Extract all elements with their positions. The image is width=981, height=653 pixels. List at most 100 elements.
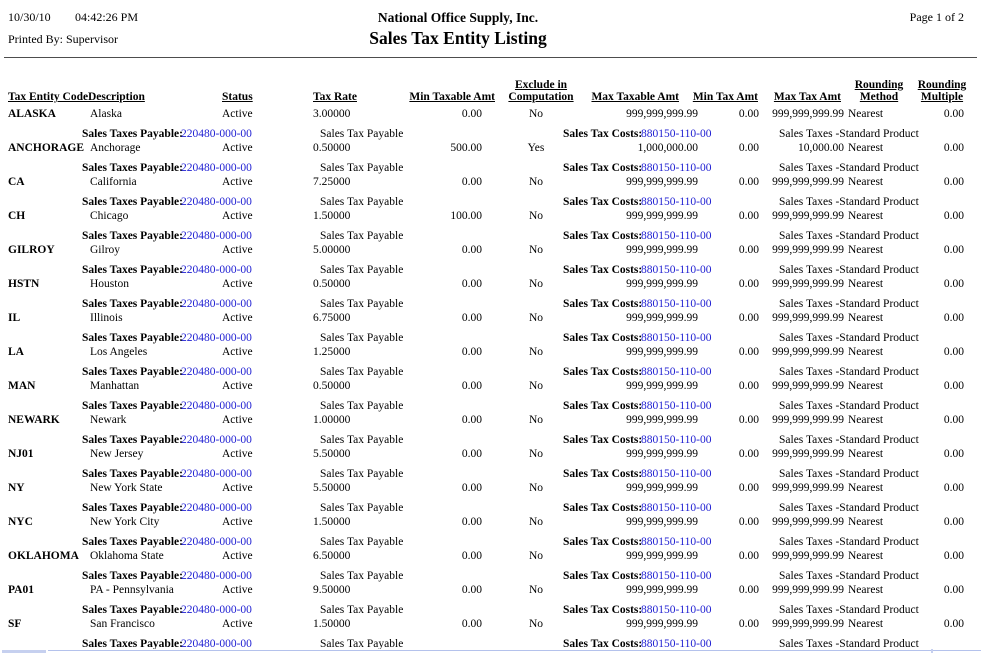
sales-taxes-payable-account-desc: Sales Tax Payable xyxy=(320,569,403,583)
sales-taxes-payable-account-link[interactable]: 220480-000-00 xyxy=(181,433,252,447)
entity-min-taxable-amt: 0.00 xyxy=(462,175,482,189)
sales-tax-costs-account-link[interactable]: 880150-110-00 xyxy=(641,263,711,277)
gl-accounts-row: Sales Taxes Payable: 220480-000-00 Sales… xyxy=(0,195,981,209)
sales-taxes-payable-account-desc: Sales Tax Payable xyxy=(320,297,403,311)
sales-taxes-payable-label: Sales Taxes Payable: xyxy=(82,399,183,413)
entity-tax-rate: 3.00000 xyxy=(313,107,350,121)
entity-max-taxable-amt: 999,999,999.99 xyxy=(626,277,698,291)
sales-tax-costs-account-desc: Sales Taxes -Standard Product xyxy=(779,365,919,379)
sales-taxes-payable-label: Sales Taxes Payable: xyxy=(82,433,183,447)
sales-taxes-payable-account-link[interactable]: 220480-000-00 xyxy=(181,569,252,583)
entity-block: CH Chicago Active 1.50000 100.00 No 999,… xyxy=(0,209,981,243)
sales-taxes-payable-label: Sales Taxes Payable: xyxy=(82,127,183,141)
entity-max-taxable-amt: 999,999,999.99 xyxy=(626,617,698,631)
entity-description: Anchorage xyxy=(90,141,140,155)
sales-tax-costs-account-desc: Sales Taxes -Standard Product xyxy=(779,263,919,277)
entity-min-tax-amt: 0.00 xyxy=(739,515,759,529)
col-header-rounding-method-line1: Rounding xyxy=(850,79,908,91)
sales-taxes-payable-account-link[interactable]: 220480-000-00 xyxy=(181,297,252,311)
bottom-scrollbar-strip[interactable] xyxy=(0,649,981,653)
sales-tax-costs-account-link[interactable]: 880150-110-00 xyxy=(641,399,711,413)
sales-tax-costs-label: Sales Tax Costs: xyxy=(563,297,642,311)
sales-tax-costs-label: Sales Tax Costs: xyxy=(563,331,642,345)
sales-tax-costs-account-link[interactable]: 880150-110-00 xyxy=(641,535,711,549)
entity-rows: ALASKA Alaska Active 3.00000 0.00 No 999… xyxy=(0,107,981,651)
entity-description: San Francisco xyxy=(90,617,155,631)
entity-max-taxable-amt: 999,999,999.99 xyxy=(626,379,698,393)
entity-min-tax-amt: 0.00 xyxy=(739,243,759,257)
sales-tax-costs-account-desc: Sales Taxes -Standard Product xyxy=(779,297,919,311)
sales-taxes-payable-label: Sales Taxes Payable: xyxy=(82,569,183,583)
entity-rounding-multiple: 0.00 xyxy=(944,209,964,223)
entity-tax-rate: 1.50000 xyxy=(313,617,350,631)
sales-taxes-payable-account-desc: Sales Tax Payable xyxy=(320,331,403,345)
sales-tax-costs-account-link[interactable]: 880150-110-00 xyxy=(641,365,711,379)
sales-taxes-payable-account-link[interactable]: 220480-000-00 xyxy=(181,501,252,515)
sales-tax-costs-account-link[interactable]: 880150-110-00 xyxy=(641,195,711,209)
tax-entity-detail-row: CA California Active 7.25000 0.00 No 999… xyxy=(0,175,981,189)
sales-tax-costs-account-link[interactable]: 880150-110-00 xyxy=(641,297,711,311)
sales-taxes-payable-label: Sales Taxes Payable: xyxy=(82,501,183,515)
sales-taxes-payable-account-link[interactable]: 220480-000-00 xyxy=(181,365,252,379)
sales-tax-costs-account-desc: Sales Taxes -Standard Product xyxy=(779,467,919,481)
entity-block: GILROY Gilroy Active 5.00000 0.00 No 999… xyxy=(0,243,981,277)
sales-taxes-payable-account-link[interactable]: 220480-000-00 xyxy=(181,331,252,345)
sales-taxes-payable-account-link[interactable]: 220480-000-00 xyxy=(181,467,252,481)
sales-taxes-payable-account-desc: Sales Tax Payable xyxy=(320,127,403,141)
sales-taxes-payable-account-link[interactable]: 220480-000-00 xyxy=(181,603,252,617)
entity-tax-rate: 0.50000 xyxy=(313,141,350,155)
sales-tax-costs-account-link[interactable]: 880150-110-00 xyxy=(641,331,711,345)
entity-tax-rate: 0.50000 xyxy=(313,277,350,291)
sales-taxes-payable-account-link[interactable]: 220480-000-00 xyxy=(181,263,252,277)
entity-block: HSTN Houston Active 0.50000 0.00 No 999,… xyxy=(0,277,981,311)
entity-min-tax-amt: 0.00 xyxy=(739,413,759,427)
sales-tax-costs-account-link[interactable]: 880150-110-00 xyxy=(641,501,711,515)
entity-description: California xyxy=(90,175,137,189)
sales-taxes-payable-account-link[interactable]: 220480-000-00 xyxy=(181,195,252,209)
entity-description: New York City xyxy=(90,515,159,529)
entity-tax-rate: 1.50000 xyxy=(313,209,350,223)
entity-max-tax-amt: 999,999,999.99 xyxy=(772,311,844,325)
entity-exclude-in-computation: No xyxy=(503,617,569,631)
sales-tax-costs-account-link[interactable]: 880150-110-00 xyxy=(641,467,711,481)
col-header-tax-rate: Tax Rate xyxy=(313,91,357,103)
sales-tax-costs-label: Sales Tax Costs: xyxy=(563,365,642,379)
sales-tax-costs-account-link[interactable]: 880150-110-00 xyxy=(641,603,711,617)
entity-max-tax-amt: 999,999,999.99 xyxy=(772,209,844,223)
entity-rounding-method: Nearest xyxy=(848,447,883,461)
entity-max-taxable-amt: 999,999,999.99 xyxy=(626,447,698,461)
sales-tax-costs-account-link[interactable]: 880150-110-00 xyxy=(641,229,711,243)
entity-min-taxable-amt: 0.00 xyxy=(462,379,482,393)
entity-rounding-multiple: 0.00 xyxy=(944,175,964,189)
entity-min-taxable-amt: 0.00 xyxy=(462,447,482,461)
sales-tax-costs-account-link[interactable]: 880150-110-00 xyxy=(641,433,711,447)
entity-description: PA - Pennsylvania xyxy=(90,583,174,597)
entity-min-taxable-amt: 0.00 xyxy=(462,277,482,291)
sales-taxes-payable-account-link[interactable]: 220480-000-00 xyxy=(181,127,252,141)
sales-taxes-payable-label: Sales Taxes Payable: xyxy=(82,467,183,481)
entity-rounding-multiple: 0.00 xyxy=(944,413,964,427)
entity-min-taxable-amt: 0.00 xyxy=(462,311,482,325)
sales-tax-costs-account-link[interactable]: 880150-110-00 xyxy=(641,127,711,141)
sales-taxes-payable-account-link[interactable]: 220480-000-00 xyxy=(181,161,252,175)
entity-max-taxable-amt: 999,999,999.99 xyxy=(626,413,698,427)
gl-accounts-row: Sales Taxes Payable: 220480-000-00 Sales… xyxy=(0,569,981,583)
entity-code: CA xyxy=(8,175,25,189)
entity-rounding-method: Nearest xyxy=(848,243,883,257)
company-name: National Office Supply, Inc. xyxy=(0,11,916,25)
entity-status: Active xyxy=(222,617,253,631)
entity-description: Oklahoma State xyxy=(90,549,164,563)
entity-description: New Jersey xyxy=(90,447,143,461)
entity-rounding-method: Nearest xyxy=(848,107,883,121)
sales-tax-costs-account-link[interactable]: 880150-110-00 xyxy=(641,569,711,583)
col-header-min-tax-amt: Min Tax Amt xyxy=(693,91,758,103)
col-header-rounding-multiple-line2: Multiple xyxy=(914,91,970,103)
entity-exclude-in-computation: No xyxy=(503,413,569,427)
entity-max-tax-amt: 999,999,999.99 xyxy=(772,583,844,597)
sales-taxes-payable-account-link[interactable]: 220480-000-00 xyxy=(181,535,252,549)
entity-status: Active xyxy=(222,243,253,257)
sales-taxes-payable-account-link[interactable]: 220480-000-00 xyxy=(181,399,252,413)
col-header-description: Description xyxy=(88,91,145,103)
sales-tax-costs-account-link[interactable]: 880150-110-00 xyxy=(641,161,711,175)
sales-taxes-payable-account-link[interactable]: 220480-000-00 xyxy=(181,229,252,243)
